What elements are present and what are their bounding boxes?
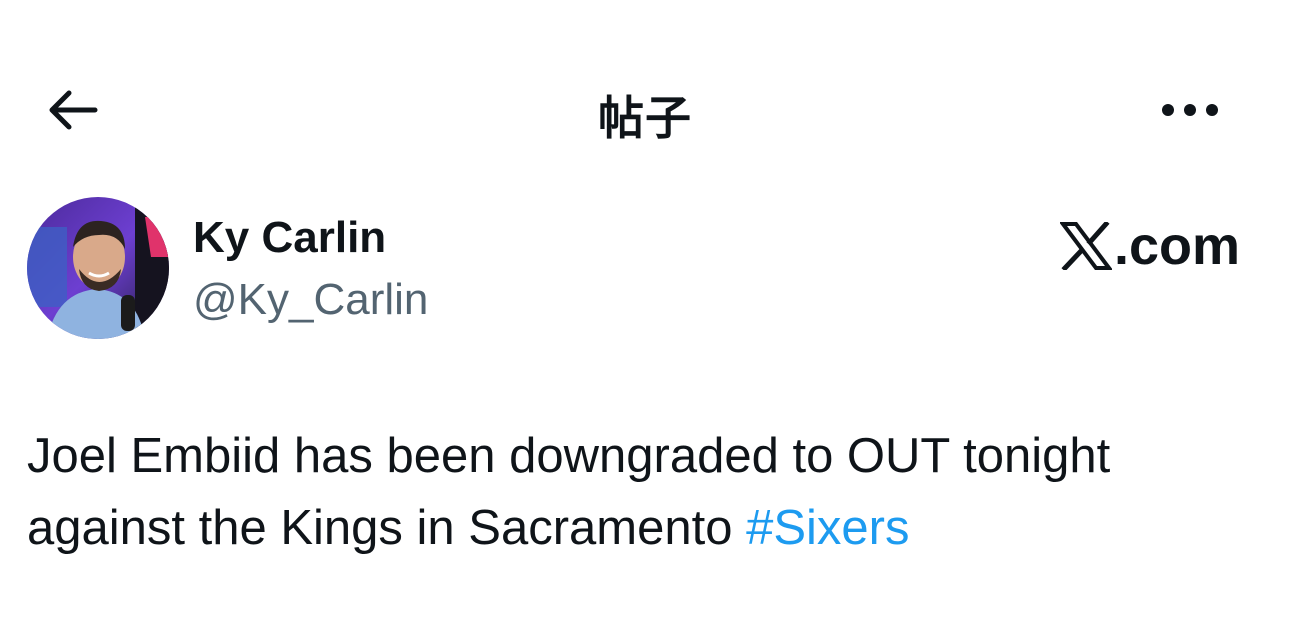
- avatar-image: [27, 197, 169, 339]
- x-com-branding: .com: [1059, 216, 1240, 276]
- post-text-block: Joel Embiid has been downgraded to OUT t…: [27, 420, 1267, 564]
- author-display-name[interactable]: Ky Carlin: [193, 213, 386, 263]
- avatar[interactable]: [27, 197, 169, 339]
- top-bar: 帖子: [0, 60, 1290, 160]
- x-logo-icon: [1059, 222, 1112, 270]
- author-handle[interactable]: @Ky_Carlin: [193, 275, 428, 325]
- hashtag-link[interactable]: #Sixers: [746, 501, 909, 555]
- more-options-button[interactable]: [1150, 88, 1230, 132]
- x-com-text: .com: [1113, 216, 1240, 276]
- more-horizontal-icon: [1162, 104, 1218, 116]
- author-block: Ky Carlin @Ky_Carlin: [27, 197, 727, 342]
- page-title: 帖子: [598, 91, 692, 145]
- post-text: Joel Embiid has been downgraded to OUT t…: [27, 429, 1111, 555]
